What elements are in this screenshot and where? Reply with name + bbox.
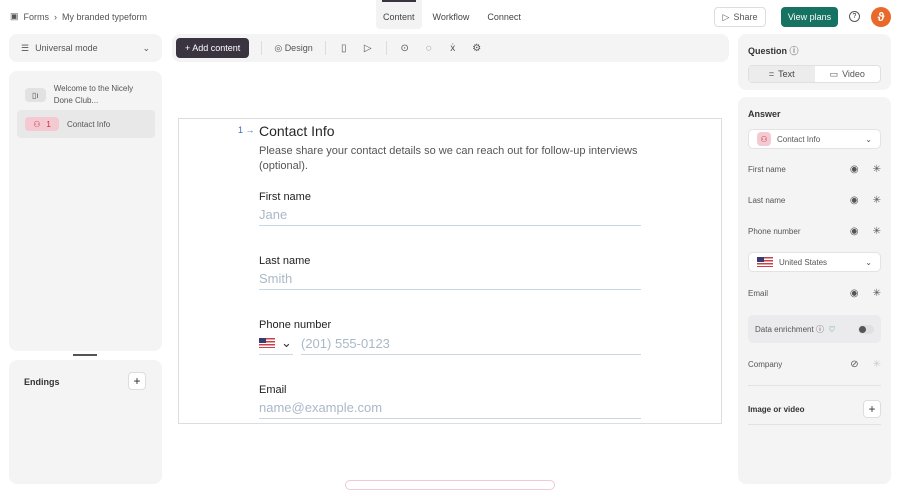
- required-icon[interactable]: ✳: [873, 288, 881, 299]
- us-flag-icon: [259, 338, 275, 348]
- chevron-down-icon: ⌄: [142, 42, 150, 53]
- mode-icon: ☰: [21, 42, 30, 53]
- welcome-screen-icon: ▯ı: [25, 88, 46, 102]
- required-icon[interactable]: ✳: [873, 164, 881, 175]
- image-video-row: Image or video +: [748, 400, 881, 418]
- help-icon[interactable]: ?: [849, 11, 860, 22]
- main-tabs: Content Workflow Connect: [376, 0, 528, 29]
- country-select[interactable]: United States ⌄: [748, 252, 881, 272]
- chevron-down-icon: ⌄: [865, 257, 872, 267]
- breadcrumb-forms[interactable]: Forms: [24, 12, 50, 22]
- play-icon[interactable]: ▷: [362, 43, 374, 54]
- money-icon[interactable]: ⊙: [399, 43, 411, 54]
- eye-icon[interactable]: ◉: [850, 195, 859, 206]
- question-settings: Question ⓘ = Text ▭ Video: [738, 34, 891, 90]
- question-description[interactable]: Please share your contact details so we …: [259, 144, 641, 174]
- share-button[interactable]: ▷ Share: [714, 7, 766, 27]
- question-list: ▯ı Welcome to the Nicely Done Club... ⚇ …: [9, 71, 162, 351]
- eye-icon[interactable]: ◉: [850, 226, 859, 237]
- help-icon[interactable]: ⓘ: [816, 324, 824, 335]
- field-row-company: Company ⊘ ✳: [748, 359, 881, 370]
- eye-off-icon[interactable]: ⊘: [850, 359, 858, 370]
- field-row-first-name: First name ◉ ✳: [748, 164, 881, 175]
- us-flag-icon: [757, 257, 773, 267]
- field-first-name: First name Jane: [259, 191, 641, 226]
- breadcrumb: ▣ Forms › My branded typeform: [10, 11, 148, 22]
- palette-icon: ◎: [274, 42, 283, 53]
- add-media-button[interactable]: +: [863, 400, 881, 418]
- eye-icon[interactable]: ◉: [850, 288, 859, 299]
- add-ending-button[interactable]: +: [128, 372, 146, 390]
- contact-icon: ⚇ 1: [25, 117, 59, 131]
- field-row-phone: Phone number ◉ ✳: [748, 226, 881, 237]
- chevron-down-icon: ⌄: [281, 335, 292, 350]
- forms-icon: ▣: [10, 11, 19, 21]
- eye-icon[interactable]: ◉: [850, 164, 859, 175]
- field-email: Email name@example.com: [259, 384, 641, 419]
- video-icon: ▭: [829, 68, 839, 79]
- video-toggle[interactable]: ▭ Video: [815, 66, 881, 82]
- endings-panel: Endings +: [9, 360, 162, 484]
- chevron-down-icon: ⌄: [865, 134, 872, 144]
- resize-handle[interactable]: [73, 354, 97, 356]
- country-select[interactable]: ⌄: [259, 331, 293, 355]
- logic-icon[interactable]: ◌: [423, 43, 435, 54]
- answer-type-select[interactable]: ⚇ Contact Info ⌄: [748, 129, 881, 149]
- required-icon[interactable]: ✳: [873, 195, 881, 206]
- list-item-contact-info[interactable]: ⚇ 1 Contact Info: [17, 110, 155, 138]
- toolbar: + Add content ◎ Design ▯ ▷ ⊙ ◌ ẋ ⚙: [172, 34, 729, 62]
- required-icon[interactable]: ✳: [873, 226, 881, 237]
- breadcrumb-form-name[interactable]: My branded typeform: [62, 12, 147, 22]
- translate-icon[interactable]: ẋ: [447, 43, 459, 54]
- tab-content[interactable]: Content: [376, 0, 422, 29]
- text-toggle[interactable]: = Text: [749, 66, 815, 82]
- bottom-button[interactable]: [345, 480, 555, 490]
- question-title[interactable]: Contact Info: [259, 123, 641, 139]
- contact-icon: ⚇: [757, 132, 771, 146]
- field-row-email: Email ◉ ✳: [748, 288, 881, 299]
- help-icon[interactable]: ⓘ: [790, 46, 799, 56]
- send-icon: ▷: [722, 11, 730, 22]
- mode-select[interactable]: ☰ Universal mode ⌄: [9, 34, 162, 62]
- tab-workflow[interactable]: Workflow: [426, 0, 477, 29]
- data-enrichment-row: Data enrichment ⓘ ♡: [748, 315, 881, 343]
- premium-icon: ♡: [828, 324, 836, 334]
- field-phone: Phone number ⌄ (201) 555-0123: [259, 319, 641, 355]
- add-content-button[interactable]: + Add content: [176, 38, 250, 58]
- answer-settings: Answer ⚇ Contact Info ⌄ First name ◉ ✳ Last …: [738, 97, 891, 484]
- field-row-last-name: Last name ◉ ✳: [748, 195, 881, 206]
- enrichment-toggle[interactable]: [858, 324, 874, 334]
- text-icon: =: [768, 69, 775, 79]
- settings-icon[interactable]: ⚙: [471, 43, 483, 54]
- field-last-name: Last name Smith: [259, 255, 641, 290]
- avatar[interactable]: ϑ: [871, 7, 891, 27]
- question-number: 1 →: [238, 125, 255, 135]
- design-button[interactable]: ◎ Design: [274, 43, 312, 54]
- tab-connect[interactable]: Connect: [480, 0, 528, 29]
- view-plans-button[interactable]: View plans: [781, 7, 838, 27]
- list-item-welcome[interactable]: ▯ı Welcome to the Nicely Done Club...: [17, 79, 155, 111]
- required-icon[interactable]: ✳: [873, 359, 881, 370]
- question-canvas: 1 → Contact Info Please share your conta…: [178, 118, 722, 424]
- mobile-preview-icon[interactable]: ▯: [338, 43, 350, 54]
